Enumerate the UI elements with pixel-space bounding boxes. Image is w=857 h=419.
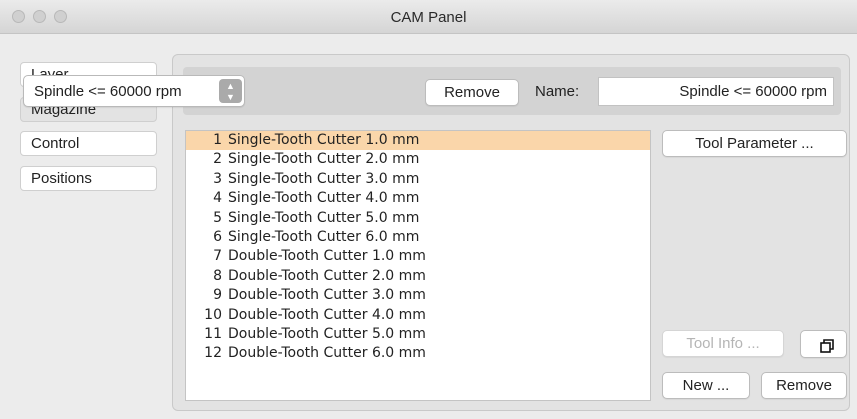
tool-row[interactable]: 2 Single-Tooth Cutter 2.0 mm <box>186 150 650 169</box>
spindle-select-value: Spindle <= 60000 rpm <box>34 83 182 100</box>
tool-name: Single-Tooth Cutter 3.0 mm <box>228 170 420 187</box>
tool-name: Double-Tooth Cutter 1.0 mm <box>228 248 426 265</box>
tool-parameter-button[interactable]: Tool Parameter ... <box>662 130 847 157</box>
tool-name: Double-Tooth Cutter 2.0 mm <box>228 267 426 284</box>
tool-number: 6 <box>213 228 222 245</box>
tool-name: Double-Tooth Cutter 4.0 mm <box>228 306 426 323</box>
cam-panel-window: CAM Panel Layer Magazine Control Positio… <box>0 0 857 419</box>
duplicate-button[interactable] <box>800 330 847 358</box>
tool-name: Double-Tooth Cutter 6.0 mm <box>228 345 426 362</box>
tool-row[interactable]: 10 Double-Tooth Cutter 4.0 mm <box>186 306 650 325</box>
remove-spindle-button[interactable]: Remove <box>425 79 519 106</box>
tool-row[interactable]: 11 Double-Tooth Cutter 5.0 mm <box>186 325 650 344</box>
tool-number: 1 <box>213 132 222 148</box>
tool-number: 11 <box>204 325 222 342</box>
tool-number: 8 <box>213 267 222 284</box>
tool-number: 5 <box>213 209 222 226</box>
tool-name: Double-Tooth Cutter 3.0 mm <box>228 287 426 304</box>
tool-name: Single-Tooth Cutter 2.0 mm <box>228 151 420 168</box>
tool-row[interactable]: 1 Single-Tooth Cutter 1.0 mm <box>186 131 650 151</box>
name-label: Name: <box>535 83 580 100</box>
tool-number: 4 <box>213 190 222 207</box>
tool-row[interactable]: 9 Double-Tooth Cutter 3.0 mm <box>186 286 650 305</box>
tool-info-button[interactable]: Tool Info ... <box>662 330 784 357</box>
tool-number: 2 <box>213 151 222 168</box>
window-title: CAM Panel <box>390 9 467 26</box>
tool-name: Single-Tooth Cutter 1.0 mm <box>228 132 420 148</box>
tool-row[interactable]: 7 Double-Tooth Cutter 1.0 mm <box>186 247 650 266</box>
tool-number: 7 <box>213 248 222 265</box>
title-bar: CAM Panel <box>0 0 857 34</box>
tool-row[interactable]: 6 Single-Tooth Cutter 6.0 mm <box>186 228 650 247</box>
spindle-select[interactable]: Spindle <= 60000 rpm ▲ ▼ <box>23 75 245 107</box>
new-tool-button[interactable]: New ... <box>662 372 750 399</box>
tool-row[interactable]: 8 Double-Tooth Cutter 2.0 mm <box>186 267 650 286</box>
tab-control[interactable]: Control <box>20 131 157 156</box>
tool-number: 3 <box>213 170 222 187</box>
name-field[interactable]: Spindle <= 60000 rpm <box>598 77 834 106</box>
up-down-arrows-icon: ▲ ▼ <box>219 79 242 103</box>
tool-list[interactable]: 1 Single-Tooth Cutter 1.0 mm 2 Single-Tooth… <box>185 130 651 401</box>
tool-row[interactable]: 5 Single-Tooth Cutter 5.0 mm <box>186 209 650 228</box>
tool-name: Double-Tooth Cutter 5.0 mm <box>228 325 426 342</box>
tool-row[interactable]: 3 Single-Tooth Cutter 3.0 mm <box>186 170 650 189</box>
duplicate-icon <box>820 339 834 353</box>
tool-name: Single-Tooth Cutter 6.0 mm <box>228 228 420 245</box>
tool-row[interactable]: 4 Single-Tooth Cutter 4.0 mm <box>186 189 650 208</box>
tool-number: 10 <box>204 306 222 323</box>
tool-number: 9 <box>213 287 222 304</box>
tool-number: 12 <box>204 345 222 362</box>
tool-row[interactable]: 12 Double-Tooth Cutter 6.0 mm <box>186 344 650 363</box>
tool-name: Single-Tooth Cutter 5.0 mm <box>228 209 420 226</box>
tab-positions[interactable]: Positions <box>20 166 157 191</box>
tool-name: Single-Tooth Cutter 4.0 mm <box>228 190 420 207</box>
remove-tool-button[interactable]: Remove <box>761 372 847 399</box>
